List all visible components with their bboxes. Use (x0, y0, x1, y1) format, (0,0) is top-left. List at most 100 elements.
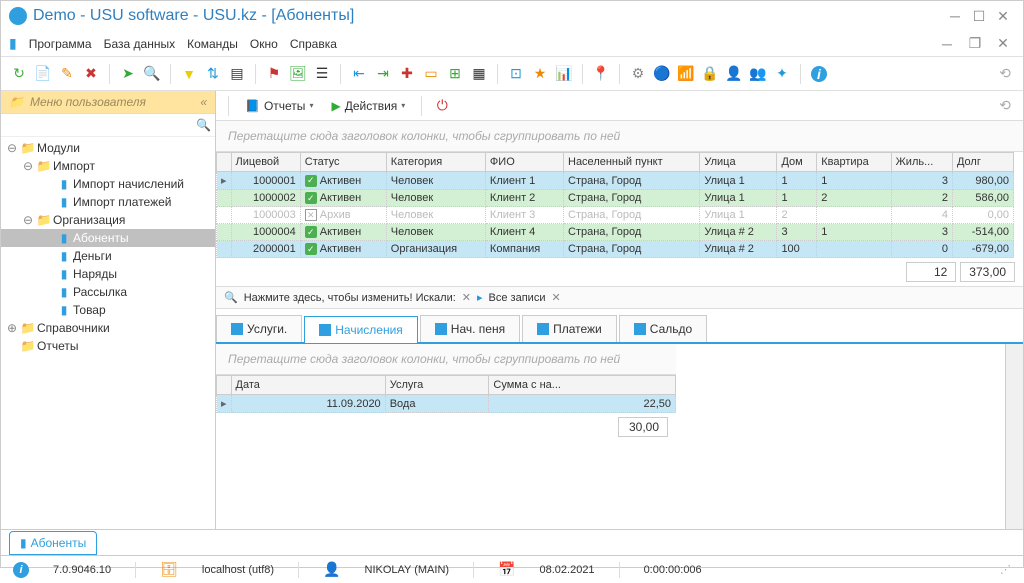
grid-icon[interactable]: ▦ (469, 64, 489, 84)
filter-clear-icon[interactable]: ✕ (462, 291, 471, 304)
refresh-icon[interactable]: ↻ (9, 64, 29, 84)
tree-node[interactable]: ▮Наряды (1, 265, 215, 283)
add-icon[interactable]: ✚ (397, 64, 417, 84)
column-header[interactable]: Сумма с на... (489, 376, 676, 395)
window-icon[interactable]: ⊡ (506, 64, 526, 84)
card-icon[interactable]: ▭ (421, 64, 441, 84)
table-row[interactable]: ▸11.09.2020Вода22,50 (217, 395, 676, 413)
detail-scrollbar[interactable] (1005, 344, 1023, 529)
rss-icon[interactable]: 📶 (676, 64, 696, 84)
users-icon[interactable]: 👥 (748, 64, 768, 84)
table-row[interactable]: 1000004✓ АктивенЧеловекКлиент 4Страна, Г… (217, 224, 1014, 241)
detail-tab[interactable]: Начисления (304, 316, 418, 343)
tree-node[interactable]: ⊕📁Справочники (1, 319, 215, 337)
sort-icon[interactable]: ⇅ (203, 64, 223, 84)
table-row[interactable]: 1000002✓ АктивенЧеловекКлиент 2Страна, Г… (217, 190, 1014, 207)
tree-node[interactable]: ⊖📁Организация (1, 211, 215, 229)
column-header[interactable]: Статус (300, 153, 386, 172)
column-header[interactable]: Долг (952, 153, 1013, 172)
reports-button[interactable]: 📘 Отчеты ▾ (239, 97, 319, 115)
column-header[interactable]: Дом (777, 153, 817, 172)
mdi-close-button[interactable]: ✕ (991, 34, 1015, 54)
columns-icon[interactable]: ▤ (227, 64, 247, 84)
sidebar-collapse-icon[interactable]: « (200, 95, 207, 109)
close-button[interactable]: ✕ (991, 6, 1015, 26)
tree-toggle-icon[interactable]: ⊖ (5, 141, 19, 155)
tree-node[interactable]: ▮Деньги (1, 247, 215, 265)
maximize-button[interactable]: ☐ (967, 6, 991, 26)
pin-icon[interactable]: 📍 (591, 64, 611, 84)
detail-tab[interactable]: Сальдо (619, 315, 707, 342)
power-icon[interactable]: ⏻ (432, 96, 452, 116)
edit-icon[interactable]: ✎ (57, 64, 77, 84)
image-icon[interactable]: 🖼 (288, 64, 308, 84)
info-icon[interactable]: i (809, 64, 829, 84)
column-header[interactable]: ФИО (485, 153, 563, 172)
arrow-icon[interactable]: ➤ (118, 64, 138, 84)
tree-toggle-icon[interactable]: ⊖ (21, 213, 35, 227)
sidebar-search[interactable]: 🔍 (1, 114, 215, 137)
menu-database[interactable]: База данных (104, 37, 175, 51)
tree-toggle-icon[interactable]: ⊖ (21, 159, 35, 173)
filter-clear2-icon[interactable]: ✕ (551, 291, 560, 304)
table-row[interactable]: ▸1000001✓ АктивенЧеловекКлиент 1Страна, … (217, 172, 1014, 190)
list-icon[interactable]: ☰ (312, 64, 332, 84)
tree-node[interactable]: ⊖📁Импорт (1, 157, 215, 175)
wand-icon[interactable]: ✦ (772, 64, 792, 84)
table-row[interactable]: 2000001✓ АктивенОрганизацияКомпанияСтран… (217, 241, 1014, 258)
column-header[interactable]: Лицевой (231, 153, 300, 172)
actions-button[interactable]: ▶ Действия ▾ (325, 97, 411, 115)
tree-toggle-icon[interactable]: ⊕ (5, 321, 19, 335)
gear-icon[interactable]: ⚙ (628, 64, 648, 84)
user-icon[interactable]: 👤 (724, 64, 744, 84)
tree-node[interactable]: ⊖📁Модули (1, 139, 215, 157)
delete-icon[interactable]: ✖ (81, 64, 101, 84)
filter-bar[interactable]: 🔍 Нажмите здесь, чтобы изменить! Искали:… (216, 286, 1023, 309)
import-icon[interactable]: ⇤ (349, 64, 369, 84)
tree-node[interactable]: ▮Абоненты (1, 229, 215, 247)
column-header[interactable]: Улица (700, 153, 777, 172)
filter-play-icon[interactable]: ▸ (477, 291, 483, 304)
export-icon[interactable]: ⇥ (373, 64, 393, 84)
lock-icon[interactable]: 🔒 (700, 64, 720, 84)
column-header[interactable]: Жиль... (891, 153, 952, 172)
menu-commands[interactable]: Команды (187, 37, 238, 51)
excel-icon[interactable]: ⊞ (445, 64, 465, 84)
search-icon[interactable]: 🔍 (142, 64, 162, 84)
group-by-hint[interactable]: Перетащите сюда заголовок колонки, чтобы… (216, 121, 1023, 152)
column-header[interactable]: Населенный пункт (564, 153, 700, 172)
bottom-tab-subscribers[interactable]: ▮ Абоненты (9, 531, 97, 555)
tree-node[interactable]: ▮Товар (1, 301, 215, 319)
mdi-restore-button[interactable]: ❐ (963, 34, 987, 54)
back-icon[interactable]: ⟲ (995, 96, 1015, 116)
chart-icon[interactable]: 📊 (554, 64, 574, 84)
detail-grid[interactable]: ДатаУслугаСумма с на... ▸11.09.2020Вода2… (216, 375, 676, 413)
flag-icon[interactable]: ⚑ (264, 64, 284, 84)
table-row[interactable]: 1000003✕ АрхивЧеловекКлиент 3Страна, Гор… (217, 207, 1014, 224)
column-header[interactable]: Дата (231, 376, 385, 395)
tree-node[interactable]: ▮Импорт платежей (1, 193, 215, 211)
column-header[interactable]: Квартира (817, 153, 891, 172)
mdi-minimize-button[interactable]: ─ (935, 34, 959, 54)
color-icon[interactable]: 🔵 (652, 64, 672, 84)
subgroup-hint[interactable]: Перетащите сюда заголовок колонки, чтобы… (216, 344, 676, 375)
star-icon[interactable]: ★ (530, 64, 550, 84)
detail-tab[interactable]: Услуги. (216, 315, 302, 342)
detail-tab[interactable]: Нач. пеня (420, 315, 520, 342)
detail-tab[interactable]: Платежи (522, 315, 617, 342)
filter-icon[interactable]: ▼ (179, 64, 199, 84)
column-header[interactable]: Услуга (385, 376, 489, 395)
main-grid[interactable]: ЛицевойСтатусКатегорияФИОНаселенный пунк… (216, 152, 1014, 258)
menu-help[interactable]: Справка (290, 37, 337, 51)
info-icon[interactable]: i (13, 562, 29, 578)
resize-grip-icon[interactable]: ⋰ (1000, 563, 1011, 576)
column-header[interactable]: Категория (386, 153, 485, 172)
minimize-button[interactable]: ─ (943, 6, 967, 26)
tree-node[interactable]: ▮Импорт начислений (1, 175, 215, 193)
menu-window[interactable]: Окно (250, 37, 278, 51)
new-icon[interactable]: 📄 (33, 64, 53, 84)
back-icon[interactable]: ⟲ (995, 64, 1015, 84)
tree-node[interactable]: 📁Отчеты (1, 337, 215, 355)
menu-program[interactable]: Программа (29, 37, 92, 51)
tree-node[interactable]: ▮Рассылка (1, 283, 215, 301)
